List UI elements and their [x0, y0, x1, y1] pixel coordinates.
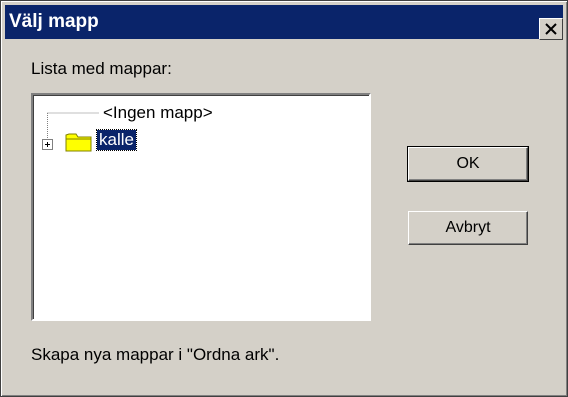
- ok-button[interactable]: OK: [407, 146, 529, 182]
- folder-tree[interactable]: <Ingen mapp> kalle: [31, 93, 371, 321]
- expand-icon[interactable]: [42, 139, 53, 150]
- footer-note: Skapa nya mappar i "Ordna ark".: [31, 345, 280, 364]
- folder-dialog: Välj mapp Lista med mappar: <Ingen mapp>…: [0, 0, 568, 397]
- tree-item-kalle[interactable]: kalle: [96, 129, 137, 151]
- close-icon: [545, 23, 557, 35]
- folder-list-label: Lista med mappar:: [31, 59, 172, 78]
- close-button[interactable]: [539, 18, 563, 40]
- tree-item-no-folder[interactable]: <Ingen mapp>: [103, 103, 213, 123]
- cancel-button[interactable]: Avbryt: [408, 211, 528, 245]
- dialog-title: Välj mapp: [9, 11, 99, 32]
- titlebar[interactable]: Välj mapp: [5, 5, 563, 40]
- folder-icon: [65, 133, 92, 152]
